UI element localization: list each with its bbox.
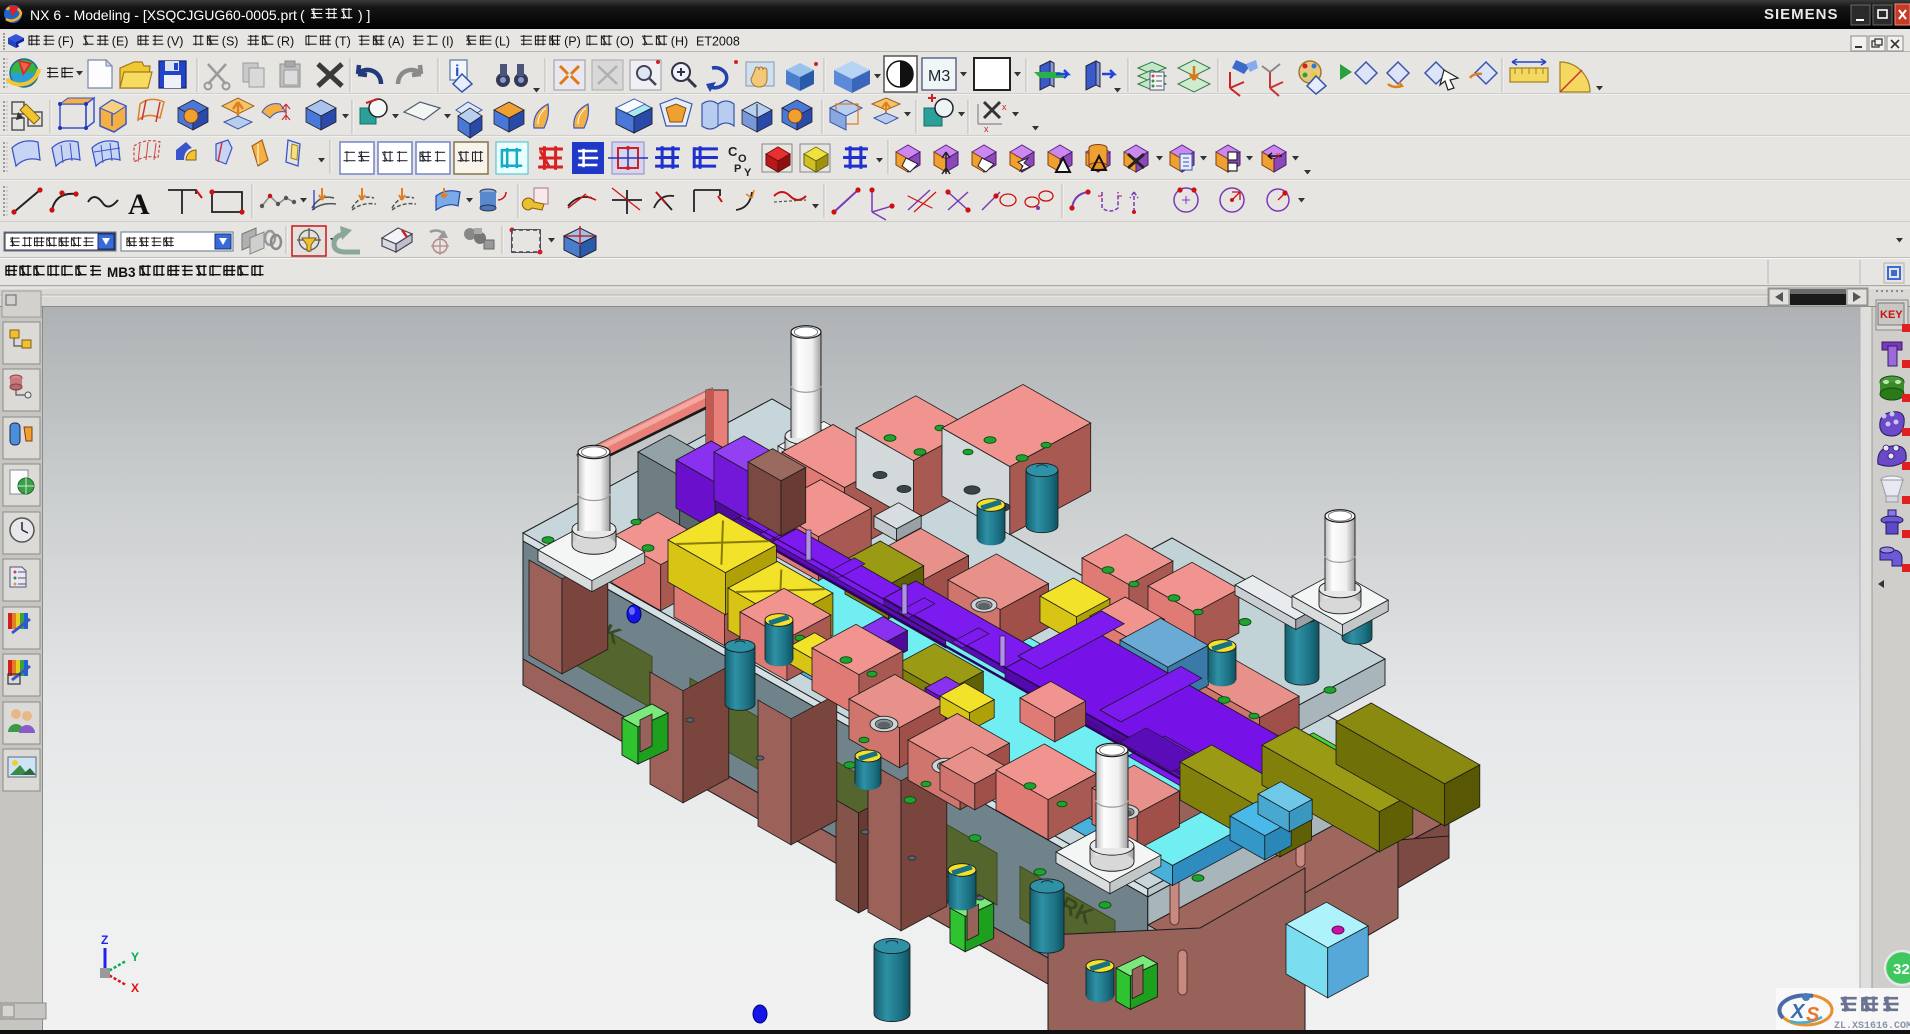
- svg-text:P: P: [734, 163, 741, 175]
- svg-text:X: X: [1790, 1001, 1806, 1023]
- svg-text:A: A: [128, 188, 150, 221]
- svg-text:(P): (P): [564, 35, 581, 49]
- svg-text:) ]: ) ]: [358, 7, 370, 23]
- svg-text:S: S: [1806, 1004, 1820, 1026]
- svg-text:(L): (L): [495, 35, 510, 49]
- svg-text:(H): (H): [671, 35, 688, 49]
- svg-text:x: x: [1002, 102, 1007, 112]
- svg-text:x: x: [984, 124, 989, 134]
- svg-text:SIEMENS: SIEMENS: [1764, 6, 1839, 23]
- svg-text:(R): (R): [277, 35, 294, 49]
- svg-text:(A): (A): [388, 35, 405, 49]
- svg-text:X: X: [131, 981, 139, 995]
- svg-text:(I): (I): [442, 35, 454, 49]
- svg-text:32: 32: [1893, 961, 1910, 978]
- svg-text:(S): (S): [222, 35, 239, 49]
- svg-text:(: (: [300, 7, 305, 23]
- svg-text:C: C: [728, 144, 738, 159]
- svg-text:(T): (T): [335, 35, 351, 49]
- svg-text:NX 6 - Modeling - [XSQCJGUG60-: NX 6 - Modeling - [XSQCJGUG60-0005.prt: [30, 7, 297, 23]
- svg-text:MB3: MB3: [107, 265, 136, 280]
- svg-text:KEY: KEY: [1880, 309, 1903, 321]
- svg-text:Y: Y: [744, 167, 752, 179]
- svg-text:(E): (E): [112, 35, 129, 49]
- svg-text:Z: Z: [101, 933, 108, 947]
- svg-text:Y: Y: [131, 950, 139, 964]
- svg-text:M3: M3: [928, 68, 950, 85]
- svg-text:ET2008: ET2008: [696, 35, 740, 49]
- svg-text:(O): (O): [616, 35, 634, 49]
- svg-text:x: x: [1276, 150, 1281, 160]
- svg-text:(F): (F): [58, 35, 74, 49]
- svg-text:(V): (V): [167, 35, 184, 49]
